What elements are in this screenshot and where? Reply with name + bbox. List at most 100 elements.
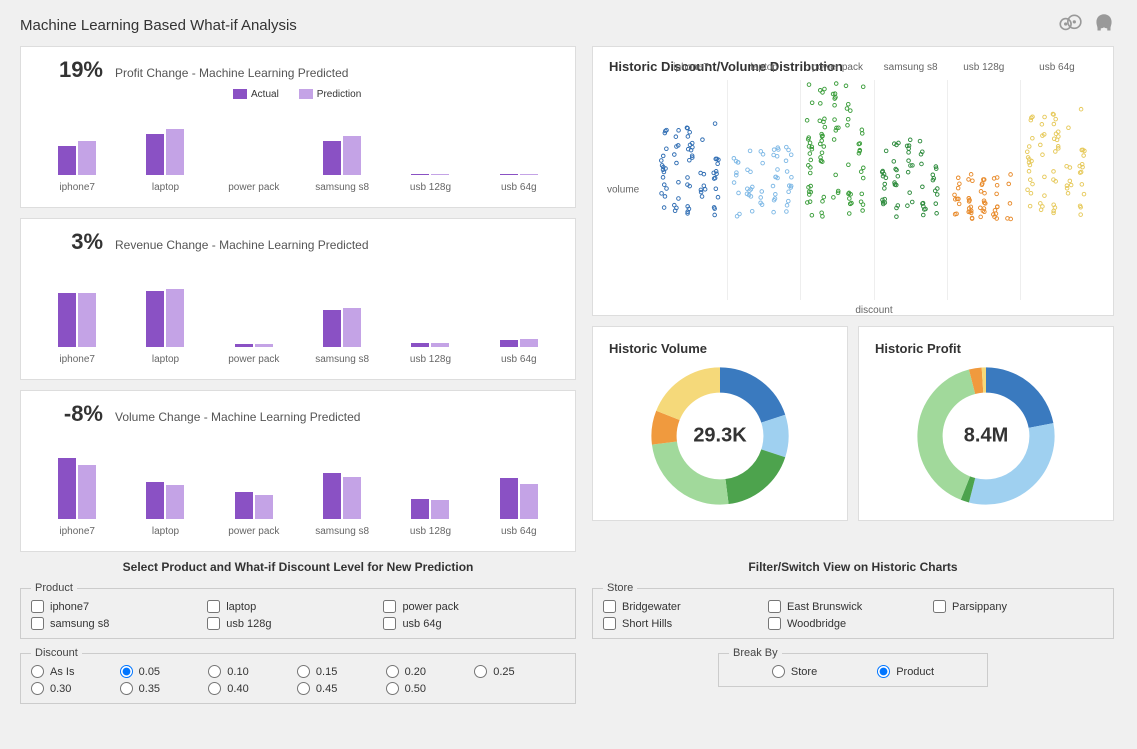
- scatter-point[interactable]: [677, 180, 681, 184]
- donut-segment[interactable]: [664, 415, 668, 443]
- bar-actual[interactable]: [146, 134, 164, 175]
- scatter-point[interactable]: [776, 168, 780, 172]
- scatter-point[interactable]: [776, 154, 780, 158]
- scatter-point[interactable]: [1054, 132, 1058, 136]
- scatter-point[interactable]: [1056, 130, 1060, 134]
- bar-actual[interactable]: [500, 478, 518, 519]
- bar-actual[interactable]: [146, 291, 164, 347]
- scatter-point[interactable]: [921, 213, 925, 217]
- scatter-point[interactable]: [1054, 117, 1058, 121]
- store-checkbox-Woodbridge[interactable]: Woodbridge: [768, 617, 933, 630]
- scatter-point[interactable]: [713, 213, 717, 217]
- scatter-point[interactable]: [820, 211, 824, 215]
- discount-radio-0-30[interactable]: 0.30: [31, 682, 120, 695]
- scatter-point[interactable]: [677, 129, 681, 133]
- scatter-point[interactable]: [811, 101, 815, 105]
- scatter-point[interactable]: [790, 153, 794, 157]
- scatter-point[interactable]: [700, 195, 704, 199]
- scatter-point[interactable]: [808, 152, 812, 156]
- scatter-point[interactable]: [821, 215, 825, 219]
- scatter-point[interactable]: [1025, 150, 1029, 154]
- scatter-point[interactable]: [1040, 205, 1044, 209]
- scatter-point[interactable]: [686, 176, 690, 180]
- scatter-point[interactable]: [790, 175, 794, 179]
- scatter-point[interactable]: [1052, 170, 1056, 174]
- scatter-point[interactable]: [703, 188, 707, 192]
- scatter-point[interactable]: [833, 118, 837, 122]
- scatter-point[interactable]: [982, 191, 986, 195]
- scatter-point[interactable]: [1082, 192, 1086, 196]
- scatter-point[interactable]: [1027, 145, 1031, 149]
- scatter-point[interactable]: [1068, 179, 1072, 183]
- bar-prediction[interactable]: [520, 484, 538, 519]
- scatter-point[interactable]: [665, 187, 669, 191]
- scatter-point[interactable]: [905, 204, 909, 208]
- bar-actual[interactable]: [58, 458, 76, 519]
- scatter-point[interactable]: [956, 186, 960, 190]
- scatter-point[interactable]: [1042, 175, 1046, 179]
- scatter-point[interactable]: [979, 190, 983, 194]
- scatter-point[interactable]: [713, 122, 717, 126]
- bar-actual[interactable]: [500, 340, 518, 347]
- scatter-point[interactable]: [862, 176, 866, 180]
- bar-actual[interactable]: [411, 343, 429, 347]
- product-checkbox-usb-128g[interactable]: usb 128g: [207, 617, 383, 630]
- bar-prediction[interactable]: [166, 485, 184, 519]
- store-checkbox-Bridgewater[interactable]: Bridgewater: [603, 600, 768, 613]
- bar-actual[interactable]: [146, 482, 164, 519]
- bar-prediction[interactable]: [520, 174, 538, 175]
- discount-radio-0-10[interactable]: 0.10: [208, 665, 297, 678]
- scatter-point[interactable]: [746, 168, 750, 172]
- scatter-point[interactable]: [820, 139, 824, 143]
- scatter-point[interactable]: [891, 160, 895, 164]
- scatter-point[interactable]: [809, 171, 813, 175]
- donut-segment[interactable]: [773, 419, 776, 454]
- scatter-point[interactable]: [1008, 173, 1012, 177]
- scatter-point[interactable]: [677, 197, 681, 201]
- scatter-point[interactable]: [862, 85, 866, 89]
- scatter-point[interactable]: [772, 153, 776, 157]
- donut-segment[interactable]: [668, 380, 720, 415]
- scatter-point[interactable]: [906, 170, 910, 174]
- bar-prediction[interactable]: [166, 129, 184, 175]
- scatter-point[interactable]: [1069, 183, 1073, 187]
- bar-prediction[interactable]: [255, 344, 273, 347]
- bar-prediction[interactable]: [431, 343, 449, 347]
- scatter-point[interactable]: [662, 183, 666, 187]
- scatter-point[interactable]: [1079, 213, 1083, 217]
- scatter-point[interactable]: [737, 191, 741, 195]
- bar-prediction[interactable]: [520, 339, 538, 347]
- scatter-point[interactable]: [861, 132, 865, 136]
- scatter-point[interactable]: [910, 200, 914, 204]
- automation-icon[interactable]: [1057, 11, 1083, 40]
- scatter-point[interactable]: [1030, 136, 1034, 140]
- scatter-point[interactable]: [847, 102, 851, 106]
- scatter-point[interactable]: [660, 192, 664, 196]
- bar-prediction[interactable]: [255, 495, 273, 519]
- scatter-point[interactable]: [1053, 150, 1057, 154]
- bar-prediction[interactable]: [343, 477, 361, 519]
- discount-radio-0-50[interactable]: 0.50: [386, 682, 475, 695]
- scatter-point[interactable]: [1082, 154, 1086, 158]
- scatter-point[interactable]: [1080, 183, 1084, 187]
- bar-prediction[interactable]: [431, 174, 449, 175]
- scatter-point[interactable]: [862, 166, 866, 170]
- scatter-point[interactable]: [784, 159, 788, 163]
- scatter-point[interactable]: [966, 178, 970, 182]
- scatter-point[interactable]: [906, 151, 910, 155]
- product-checkbox-laptop[interactable]: laptop: [207, 600, 383, 613]
- scatter-point[interactable]: [893, 167, 897, 171]
- scatter-point[interactable]: [861, 209, 865, 213]
- scatter-point[interactable]: [1052, 122, 1056, 126]
- scatter-point[interactable]: [809, 158, 813, 162]
- scatter-point[interactable]: [818, 119, 822, 123]
- scatter-point[interactable]: [848, 197, 852, 201]
- bar-actual[interactable]: [235, 492, 253, 519]
- scatter-point[interactable]: [819, 102, 823, 106]
- scatter-point[interactable]: [1007, 182, 1011, 186]
- scatter-point[interactable]: [821, 151, 825, 155]
- scatter-point[interactable]: [785, 170, 789, 174]
- scatter-point[interactable]: [896, 174, 900, 178]
- scatter-point[interactable]: [952, 193, 956, 197]
- scatter-point[interactable]: [821, 200, 825, 204]
